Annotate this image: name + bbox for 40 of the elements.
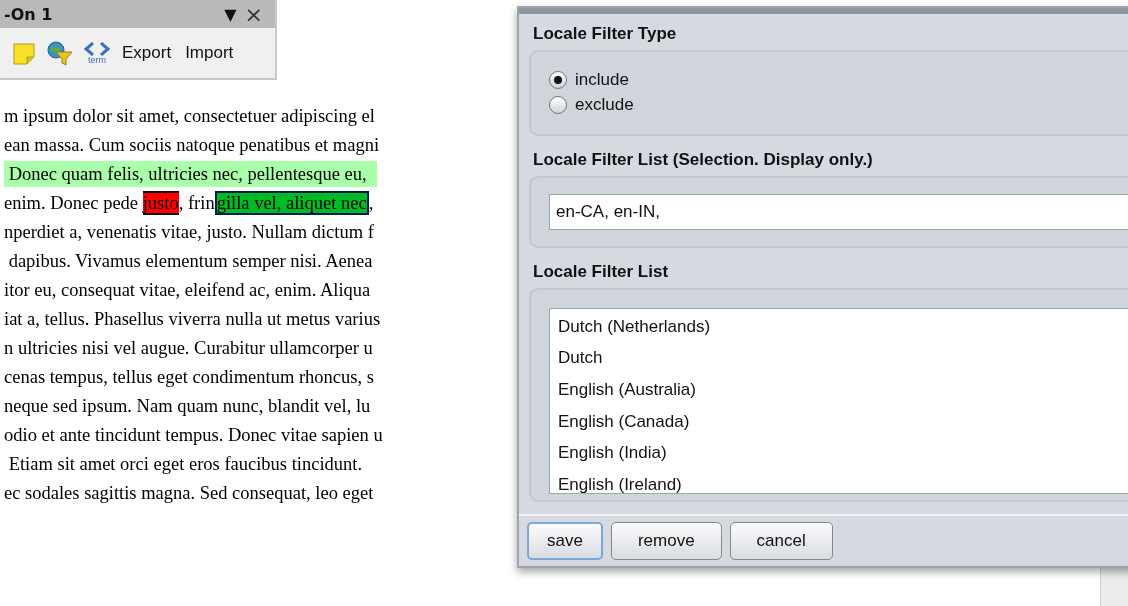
panel-title: -On 1 (4, 4, 53, 24)
document-text: , (368, 193, 374, 213)
group-label: Locale Filter Type (532, 22, 678, 45)
document-text: ean massa. Cum sociis natoque penatibus et magni (4, 135, 380, 155)
document-text: m ipsum dolor sit amet, consectetuer adipiscing el (4, 106, 375, 126)
list-item[interactable]: English (Canada) (558, 407, 690, 440)
panel-menu-button[interactable]: ▼ (220, 4, 241, 24)
list-item[interactable]: Dutch (Netherlands) (558, 312, 711, 345)
highlighted-text: gilla vel, aliquet nec (214, 191, 369, 215)
toolbar-button[interactable]: Export (120, 43, 174, 63)
document-text: n ultricies nisi vel augue. Curabitur ullamcorper u (4, 338, 373, 358)
highlighted-text: Donec quam felis, ultricies nec, pellentesque eu, (4, 161, 377, 187)
document-text: odio et ante tincidunt tempus. Donec vitae sapien u (4, 425, 383, 445)
document-text: iat a, tellus. Phasellus viverra nulla ut metus varius (4, 309, 381, 329)
list-item[interactable]: English (Australia) (558, 376, 696, 408)
radio-button[interactable] (549, 71, 567, 90)
document-text: dapibus. Vivamus elementum semper nisi. Aenea (7, 251, 373, 271)
document-text: itor eu, consequat vitae, eleifend ac, enim. Aliqua (4, 280, 371, 300)
list-item[interactable]: Dutch (558, 344, 603, 376)
group-label: Locale Filter List (Selection. Display only.) (532, 148, 874, 171)
document-text: neque sed ipsum. Nam quam nunc, blandit vel, lu (4, 396, 371, 416)
dialog-button[interactable]: save (527, 521, 603, 560)
document-text: , frin (178, 193, 215, 213)
globe-filter-icon[interactable] (46, 40, 74, 66)
toolbar-button[interactable]: Import (183, 43, 236, 63)
radio-option[interactable]: exclude (549, 95, 634, 116)
list-item[interactable]: English (Ireland) (558, 470, 682, 493)
document-text: enim. Donec pede (4, 193, 140, 213)
list-item[interactable]: English (India) (558, 439, 667, 471)
selection-field[interactable]: en-CA, en-IN, (549, 193, 1128, 230)
radio-option[interactable]: include (549, 70, 629, 91)
dialog-button[interactable]: remove (610, 521, 722, 560)
dialog-button[interactable]: cancel (729, 521, 833, 560)
document-text: Etiam sit amet orci eget eros faucibus tincidunt. (7, 454, 363, 474)
group-label: Locale Filter List (532, 260, 670, 283)
document-text: ec sodales sagittis magna. Sed consequat, leo eget (4, 483, 374, 503)
document-text: nperdiet a, venenatis vitae, justo. Nullam dictum f (4, 222, 374, 242)
document-text: cenas tempus, tellus eget condimentum rhoncus, s (4, 367, 374, 387)
radio-button[interactable] (549, 96, 567, 115)
close-button[interactable]: × (240, 1, 267, 27)
